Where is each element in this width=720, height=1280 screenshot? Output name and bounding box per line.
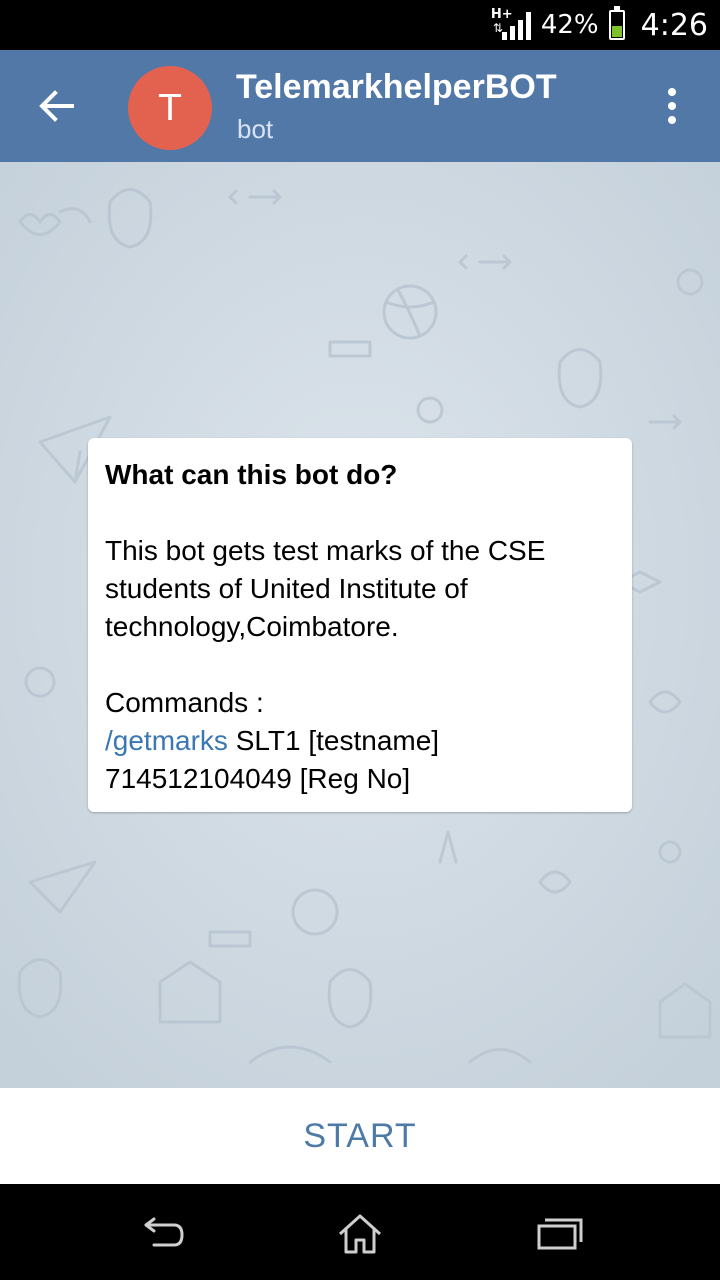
battery-percent: 42% [540, 10, 599, 40]
start-button[interactable]: START [303, 1117, 416, 1156]
chat-header: T TelemarkhelperBOT bot [0, 50, 720, 162]
chat-subtitle: bot [237, 114, 274, 144]
commands-label: Commands : [105, 687, 264, 718]
clock: 4:26 [640, 7, 708, 43]
bot-info-card: What can this bot do? This bot gets test… [88, 438, 632, 812]
nav-home-icon [338, 1214, 382, 1254]
nav-back-button[interactable] [130, 1212, 190, 1256]
command-args: SLT1 [testname] [227, 725, 440, 756]
chat-background: What can this bot do? This bot gets test… [0, 162, 720, 1088]
chat-title[interactable]: TelemarkhelperBOT [236, 68, 557, 107]
start-bar: START [0, 1088, 720, 1184]
signal-icon: H+ ⇅ [491, 8, 531, 42]
back-button[interactable] [28, 76, 84, 136]
signal-bars-icon [501, 12, 531, 40]
more-vertical-icon [668, 88, 676, 96]
status-bar: H+ ⇅ 42% 4:26 [0, 0, 720, 50]
system-nav-bar [0, 1184, 720, 1280]
command-line: /getmarks SLT1 [testname] [105, 722, 615, 760]
command-example: 714512104049 [Reg No] [105, 763, 411, 794]
status-icons: H+ ⇅ 42% 4:26 [491, 0, 708, 50]
nav-back-icon [144, 1217, 184, 1247]
nav-recents-button[interactable] [530, 1212, 590, 1256]
avatar[interactable]: T [128, 66, 212, 150]
arrow-left-icon [39, 90, 74, 122]
bot-info-heading: What can this bot do? [105, 459, 398, 490]
bot-description: This bot gets test marks of the CSE stud… [105, 535, 546, 642]
nav-recents-icon [537, 1218, 583, 1250]
command-link[interactable]: /getmarks [105, 725, 228, 756]
battery-icon [608, 6, 625, 40]
more-options-button[interactable] [652, 86, 692, 126]
nav-home-button[interactable] [330, 1212, 390, 1256]
avatar-letter: T [159, 87, 181, 129]
